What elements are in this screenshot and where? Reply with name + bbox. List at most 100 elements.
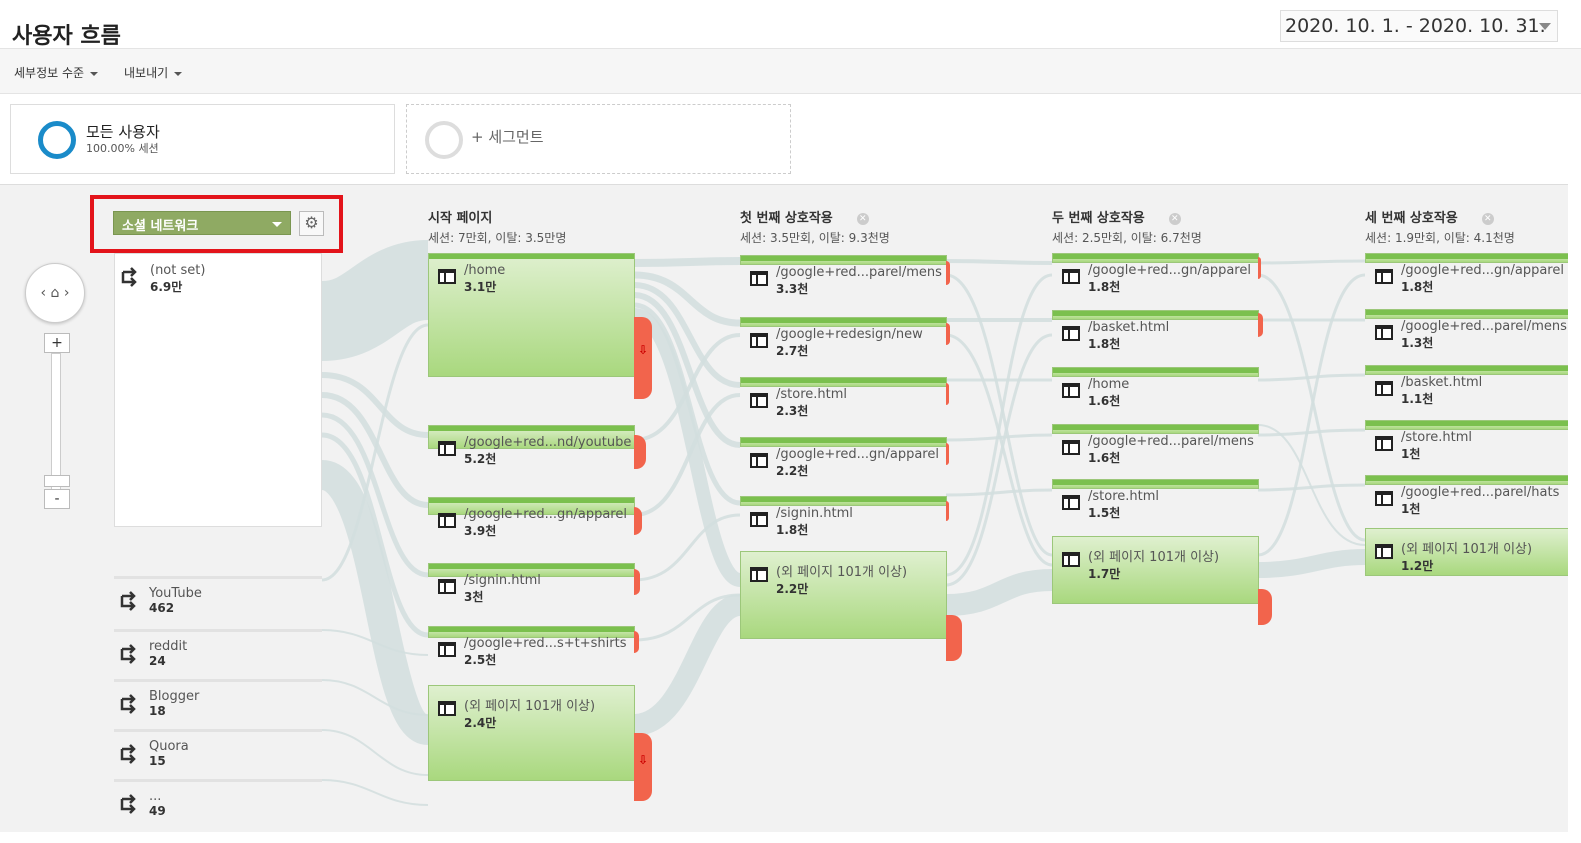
date-range-picker[interactable]: 2020. 10. 1. - 2020. 10. 31. [1280,10,1558,42]
page-node-second-other[interactable]: (외 페이지 101개 이상) 1.7만 [1052,536,1259,604]
page-node-third-basket[interactable]: /basket.html 1.1천 [1365,365,1568,406]
node-topbar [1053,368,1258,373]
node-label: /google+red...gn/apparel [1088,263,1251,278]
drop-off-bar[interactable]: ⇩ [634,317,652,399]
source-item-youtube[interactable]: YouTube 462 [114,576,322,624]
toolbar: 세부정보 수준 내보내기 [0,48,1581,94]
drop-off-bar[interactable] [1258,313,1263,337]
export-menu[interactable]: 내보내기 [124,64,183,81]
page-node-start-apparel[interactable]: /google+red...gn/apparel 3.9천 [428,497,635,538]
chevron-right-icon[interactable]: › [64,285,70,301]
page-layout-icon [1375,325,1393,340]
node-label: /signin.html [776,506,853,521]
page-node-third-apparel[interactable]: /google+red...gn/apparel 1.8천 [1365,253,1568,294]
drop-off-bar[interactable] [946,261,950,285]
zoom-in-button[interactable]: + [44,333,70,353]
drop-off-bar[interactable]: ⇩ [634,733,652,801]
source-item-blogger[interactable]: Blogger 18 [114,679,322,727]
page-node-second-apparel[interactable]: /google+red...gn/apparel 1.8천 [1052,253,1259,294]
source-item-reddit[interactable]: reddit 24 [114,629,322,677]
node-value: 3.1만 [464,280,497,294]
drop-off-bar[interactable] [634,507,642,535]
node-topbar [741,318,946,323]
page-layout-icon [438,513,456,528]
source-value: 18 [149,704,166,718]
segment-card-all-users[interactable]: 모든 사용자 100.00% 세션 [10,104,395,174]
close-icon[interactable]: ✕ [1481,212,1494,225]
gear-icon[interactable]: ⚙ [299,211,324,236]
zoom-slider-track[interactable] [51,353,61,493]
node-topbar [429,426,634,431]
page-node-second-basket[interactable]: /basket.html 1.8천 [1052,310,1259,351]
page-node-first-signin[interactable]: /signin.html 1.8천 [740,496,947,537]
page-node-first-other[interactable]: (외 페이지 101개 이상) 2.2만 [740,551,947,639]
zoom-out-button[interactable]: - [44,489,70,509]
drop-off-bar[interactable] [634,569,640,595]
close-icon[interactable]: ✕ [856,212,869,225]
source-panel-not-set[interactable]: (not set) 6.9만 [114,253,322,527]
node-topbar [429,254,634,259]
node-label: (외 페이지 101개 이상) [1088,550,1220,565]
source-value: 15 [149,754,166,768]
page-node-start-youtube[interactable]: /google+red...nd/youtube 5.2천 [428,425,635,466]
node-topbar [429,564,634,569]
page-title: 사용자 흐름 [12,24,121,49]
page-node-third-mens[interactable]: /google+red...parel/mens 1.3천 [1365,309,1568,350]
drop-off-bar[interactable] [1258,257,1261,279]
source-label: Quora [149,739,189,754]
page-node-second-home[interactable]: /home 1.6천 [1052,367,1259,408]
page-node-third-hats[interactable]: /google+red...parel/hats 1천 [1365,475,1568,516]
pan-control[interactable]: ‹ ⌂ › [25,263,85,323]
page-node-first-mens[interactable]: /google+red...parel/mens 3.3천 [740,255,947,296]
add-segment-button[interactable]: + 세그먼트 [406,104,791,174]
export-label: 내보내기 [124,66,169,80]
page-node-second-mens[interactable]: /google+red...parel/mens 1.6천 [1052,424,1259,465]
page-layout-icon [1062,383,1080,398]
node-label: /google+red...gn/apparel [1401,263,1564,278]
drop-off-bar[interactable] [946,383,949,405]
node-value: 2.3천 [776,404,809,418]
source-item-quora[interactable]: Quora 15 [114,729,322,777]
page-layout-icon [750,271,768,286]
source-item-other[interactable]: ... 49 [114,779,322,829]
node-topbar [741,378,946,383]
node-value: 1.8천 [1088,280,1121,294]
node-value: 1.8천 [1088,337,1121,351]
node-label: /home [464,263,506,278]
page-node-start-tshirts[interactable]: /google+red...s+t+shirts 2.5천 [428,626,635,667]
drop-off-bar[interactable] [946,443,949,465]
node-label: /home [1088,377,1130,392]
node-label: /google+redesign/new [776,327,923,342]
detail-level-menu[interactable]: 세부정보 수준 [14,64,99,81]
page-node-third-other[interactable]: (외 페이지 101개 이상) 1.2만 [1365,528,1568,576]
source-label: ... [149,789,162,804]
flow-canvas[interactable]: 시작 페이지 세션: 7만회, 이탈: 3.5만명 첫 번째 상호작용 ✕ 세션:… [0,184,1568,832]
zoom-slider-handle[interactable] [44,475,70,487]
drop-off-bar[interactable] [1258,589,1272,625]
chevron-down-icon [90,71,99,76]
page-node-third-store[interactable]: /store.html 1천 [1365,420,1568,461]
page-node-first-new[interactable]: /google+redesign/new 2.7천 [740,317,947,358]
node-topbar [741,497,946,502]
home-icon[interactable]: ⌂ [51,285,60,301]
page-node-first-apparel[interactable]: /google+red...gn/apparel 2.2천 [740,437,947,478]
close-icon[interactable]: ✕ [1168,212,1181,225]
node-value: 3천 [464,590,484,604]
arrow-split-icon [120,694,136,714]
page-node-start-signin[interactable]: /signin.html 3천 [428,563,635,604]
page-node-second-store[interactable]: /store.html 1.5천 [1052,479,1259,520]
drop-off-bar[interactable] [946,615,962,661]
page-node-first-store[interactable]: /store.html 2.3천 [740,377,947,418]
node-value: 1.6천 [1088,394,1121,408]
chevron-left-icon[interactable]: ‹ [40,285,46,301]
dimension-dropdown[interactable]: 소셜 네트워크 [113,211,291,235]
page-node-start-other[interactable]: (외 페이지 101개 이상) 2.4만 [428,685,635,781]
page-node-start-home[interactable]: /home 3.1만 [428,253,635,377]
drop-off-bar[interactable] [634,631,639,653]
node-topbar [1053,311,1258,316]
drop-off-bar[interactable] [634,435,646,469]
node-value: 2.2만 [776,582,809,596]
drop-off-bar[interactable] [946,501,949,521]
drop-off-bar[interactable] [946,323,950,345]
column-title: 세 번째 상호작용 [1365,211,1458,226]
